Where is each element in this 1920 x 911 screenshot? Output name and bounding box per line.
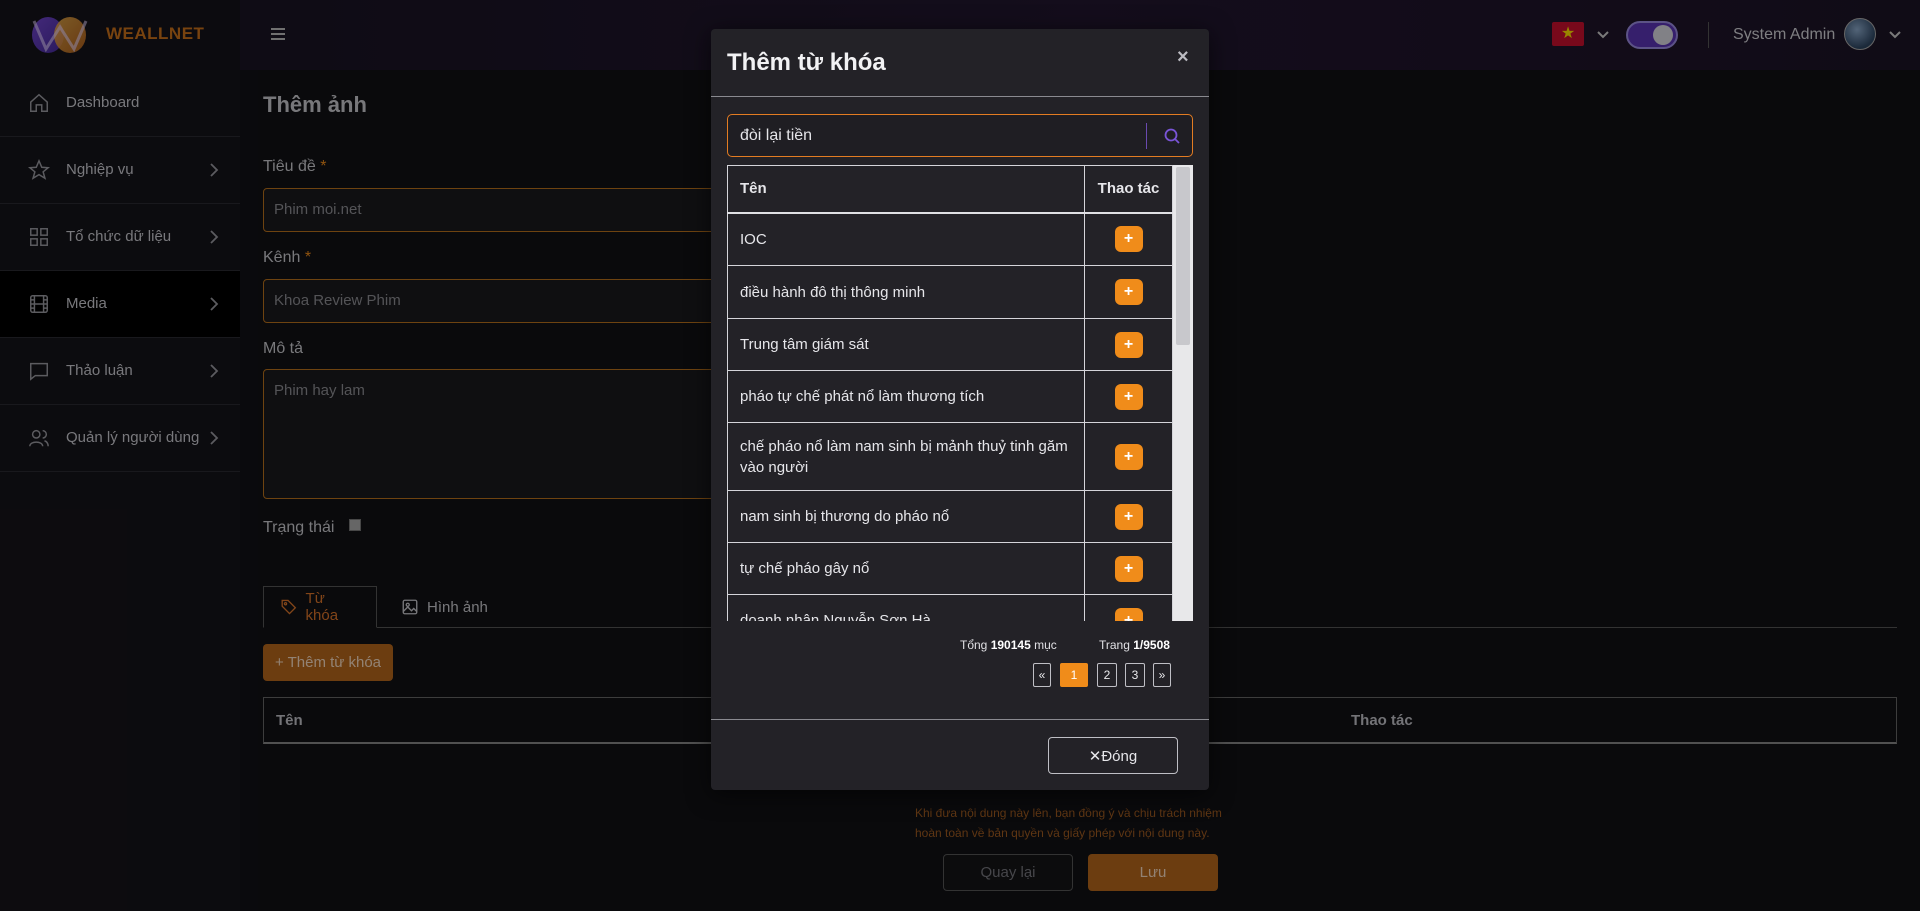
keyword-name: nam sinh bị thương do pháo nổ [727,490,1085,543]
table-row: nam sinh bị thương do pháo nổ + [727,490,1173,543]
keyword-table: Tên Thao tác IOC + điều hành đô thị thôn… [727,165,1173,621]
page-prev[interactable]: « [1033,663,1051,687]
keyword-search-input[interactable]: đòi lại tiền [727,114,1193,157]
add-keyword-row-button[interactable]: + [1114,443,1143,470]
keyword-list[interactable]: Tên Thao tác IOC + điều hành đô thị thôn… [727,165,1193,621]
total-count: Tổng 190145 mục [960,638,1057,652]
search-icon[interactable] [1162,126,1182,146]
keyword-name: IOC [727,212,1085,266]
total-suffix: mục [1034,638,1057,652]
table-row: IOC + [727,212,1173,266]
table-row: điều hành đô thị thông minh + [727,265,1173,319]
close-button[interactable]: ✕Đóng [1048,737,1178,774]
keyword-name: chế pháo nổ làm nam sinh bị mảnh thuỷ ti… [727,422,1085,491]
action-cell: + [1084,490,1173,543]
add-keyword-row-button[interactable]: + [1114,226,1143,253]
search-value: đòi lại tiền [740,127,813,144]
total-value: 190145 [990,638,1031,652]
add-keyword-modal: Thêm từ khóa × đòi lại tiền Tên Thao tác… [711,29,1209,790]
action-cell: + [1084,212,1173,266]
action-cell: + [1084,422,1173,491]
keyword-name: pháo tự chế phát nổ làm thương tích [727,370,1085,423]
close-icon[interactable]: × [1177,46,1189,69]
table-row: doanh nhân Nguyễn Sơn Hà + [727,594,1173,621]
column-header-name: Tên [727,165,1085,214]
keyword-name: điều hành đô thị thông minh [727,265,1085,319]
page-2[interactable]: 2 [1097,663,1117,687]
action-cell: + [1084,318,1173,371]
table-row: Trung tâm giám sát + [727,318,1173,371]
action-cell: + [1084,370,1173,423]
modal-header: Thêm từ khóa × [711,29,1209,97]
action-cell: + [1084,542,1173,595]
action-cell: + [1084,594,1173,621]
scrollbar-thumb[interactable] [1176,167,1190,345]
page-3[interactable]: 3 [1125,663,1145,687]
add-keyword-row-button[interactable]: + [1114,383,1143,410]
keyword-name: Trung tâm giám sát [727,318,1085,371]
page-1[interactable]: 1 [1060,663,1088,687]
app-root: WEALLNET Dashboard Nghiệp vụ Tổ chức dữ … [0,0,1920,911]
table-row: tự chế pháo gây nổ + [727,542,1173,595]
modal-footer-divider [711,719,1209,720]
table-row: chế pháo nổ làm nam sinh bị mảnh thuỷ ti… [727,422,1173,491]
add-keyword-row-button[interactable]: + [1114,607,1143,621]
add-keyword-row-button[interactable]: + [1114,555,1143,582]
keyword-name: tự chế pháo gây nổ [727,542,1085,595]
search-divider [1146,123,1147,149]
page-value: 1/9508 [1133,638,1170,652]
page-next[interactable]: » [1153,663,1171,687]
add-keyword-row-button[interactable]: + [1114,279,1143,305]
add-keyword-row-button[interactable]: + [1114,503,1143,530]
page-indicator: Trang 1/9508 [1099,638,1170,652]
action-cell: + [1084,265,1173,319]
table-header-row: Tên Thao tác [727,165,1173,214]
column-header-action: Thao tác [1084,165,1173,214]
keyword-name: doanh nhân Nguyễn Sơn Hà [727,594,1085,621]
modal-title: Thêm từ khóa [727,49,886,76]
total-prefix: Tổng [960,638,988,652]
table-row: pháo tự chế phát nổ làm thương tích + [727,370,1173,423]
page-prefix: Trang [1099,638,1130,652]
add-keyword-row-button[interactable]: + [1114,331,1143,358]
